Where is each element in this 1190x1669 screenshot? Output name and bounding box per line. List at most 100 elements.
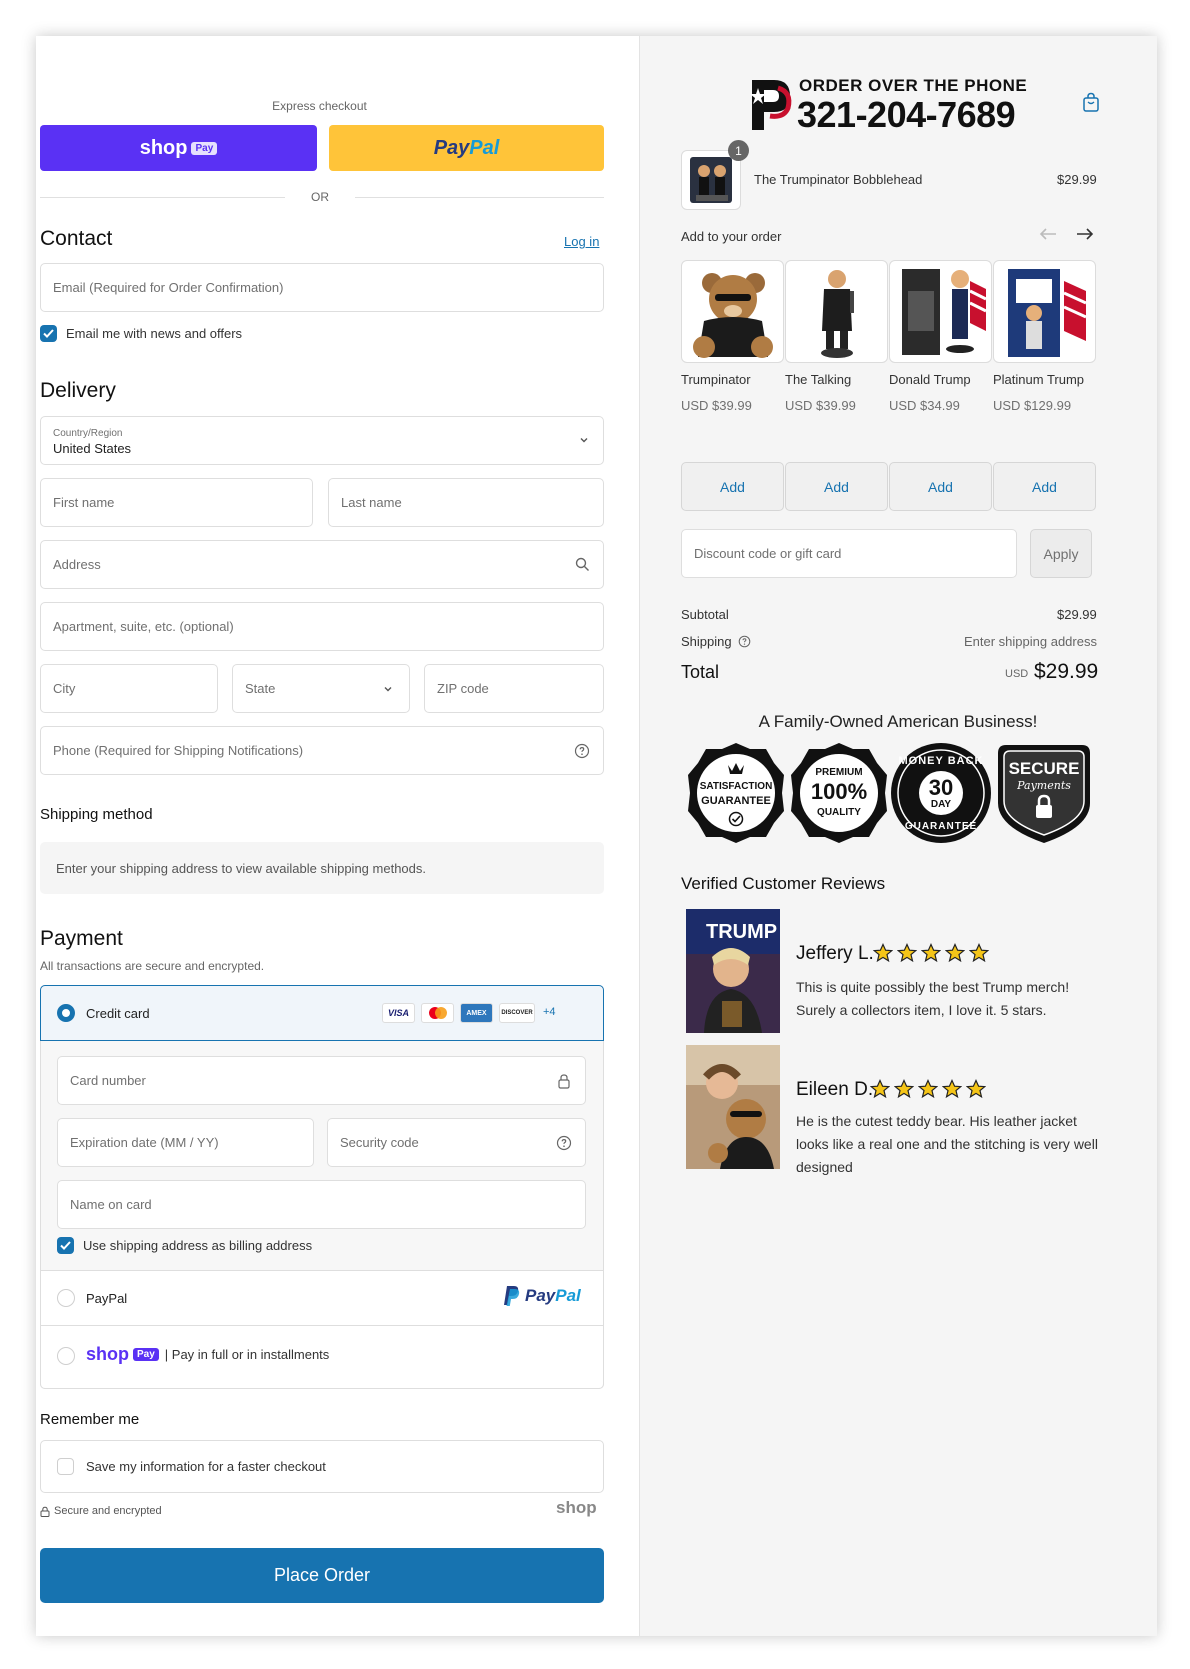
news-checkbox[interactable] xyxy=(40,325,57,342)
address-placeholder: Address xyxy=(53,557,101,572)
premium-quality-badge: PREMIUM 100% QUALITY xyxy=(787,741,891,845)
review-photo-1: TRUMP xyxy=(686,909,780,1033)
card-number-placeholder: Card number xyxy=(70,1073,146,1088)
shop-logo: shop xyxy=(556,1498,597,1517)
paypal-option-label: PayPal xyxy=(86,1291,128,1306)
bobblehead-image xyxy=(690,157,732,203)
paypal-option[interactable]: PayPal Pay Pal xyxy=(40,1270,604,1325)
chevron-down-icon xyxy=(579,433,589,448)
search-icon[interactable] xyxy=(573,556,591,574)
expiration-placeholder: Expiration date (MM / YY) xyxy=(70,1135,219,1150)
help-circle-icon[interactable] xyxy=(738,635,751,648)
shipping-method-heading: Shipping method xyxy=(40,806,153,823)
security-code-field[interactable]: Security code xyxy=(327,1118,586,1167)
phone-field[interactable]: Phone (Required for Shipping Notificatio… xyxy=(40,726,604,775)
check-shield-icon xyxy=(726,811,746,832)
apply-button[interactable]: Apply xyxy=(1030,529,1092,578)
paypal-radio[interactable] xyxy=(57,1289,75,1307)
save-info-checkbox[interactable] xyxy=(57,1458,74,1475)
name-on-card-field[interactable]: Name on card xyxy=(57,1180,586,1229)
help-circle-icon[interactable] xyxy=(555,1134,573,1152)
zip-field[interactable]: ZIP code xyxy=(424,664,604,713)
pay-chip: Pay xyxy=(133,1348,159,1361)
total-value: $29.99 xyxy=(1034,660,1099,683)
order-phone-number[interactable]: 321-204-7689 xyxy=(797,94,1016,136)
first-name-field[interactable]: First name xyxy=(40,478,313,527)
apartment-field[interactable]: Apartment, suite, etc. (optional) xyxy=(40,602,604,651)
billing-same-label: Use shipping address as billing address xyxy=(83,1238,313,1253)
product-thumb-donald-trump[interactable] xyxy=(889,260,992,363)
secure-note: Secure and encrypted xyxy=(40,1505,162,1517)
chevron-down-icon xyxy=(379,680,397,698)
arrow-left-icon[interactable] xyxy=(1038,226,1058,247)
credit-card-radio[interactable] xyxy=(57,1004,75,1022)
product-price-4: USD $129.99 xyxy=(993,398,1072,413)
shop-pay-radio[interactable] xyxy=(57,1347,75,1365)
paypal-logo-pal: Pal xyxy=(555,1286,581,1305)
review-1-name: Jeffery L. xyxy=(796,943,874,964)
first-name-placeholder: First name xyxy=(53,495,115,510)
shop-wordmark: shop xyxy=(139,136,188,159)
shop-pay-option-label: shop Pay | Pay in full or in installment… xyxy=(86,1344,329,1365)
shopping-bag-icon[interactable] xyxy=(1082,92,1100,117)
add-button-3[interactable]: Add xyxy=(889,462,992,511)
expiration-field[interactable]: Expiration date (MM / YY) xyxy=(57,1118,314,1167)
save-info-box[interactable]: Save my information for a faster checkou… xyxy=(40,1440,604,1493)
product-name-3: Donald Trump xyxy=(889,372,971,387)
badge3-top: MONEY BACK xyxy=(898,755,984,767)
login-link[interactable]: Log in xyxy=(564,234,599,249)
email-field[interactable]: Email (Required for Order Confirmation) xyxy=(40,263,604,312)
credit-card-option[interactable]: Credit card VISA AMEX DISCOVER +4 xyxy=(40,985,604,1041)
help-circle-icon[interactable] xyxy=(573,742,591,760)
badge4-top: SECURE xyxy=(1008,759,1080,778)
order-phone-title: ORDER OVER THE PHONE xyxy=(799,76,1028,95)
pay-chip: Pay xyxy=(191,141,218,155)
state-select[interactable]: State xyxy=(232,664,410,713)
arrow-right-icon[interactable] xyxy=(1075,226,1095,247)
news-label: Email me with news and offers xyxy=(66,326,243,341)
contact-heading: Contact xyxy=(40,227,113,250)
secure-payments-badge: SECURE Payments xyxy=(992,741,1096,845)
address-field[interactable]: Address xyxy=(40,540,604,589)
satisfaction-guarantee-badge: SATISFACTION GUARANTEE xyxy=(684,741,788,845)
money-back-badge: MONEY BACK 30 DAY GUARANTEE xyxy=(889,741,993,845)
name-on-card-placeholder: Name on card xyxy=(70,1197,152,1212)
billing-same-checkbox[interactable] xyxy=(57,1237,74,1254)
product-thumb-platinum-trump[interactable] xyxy=(993,260,1096,363)
lock-icon xyxy=(555,1072,573,1090)
mastercard-logo xyxy=(421,1003,454,1023)
badge3-bot: GUARANTEE xyxy=(904,821,978,832)
star-icon xyxy=(870,1079,890,1099)
shop-pay-button[interactable]: shop Pay xyxy=(40,125,317,171)
city-placeholder: City xyxy=(53,681,76,696)
paypal-p-icon xyxy=(504,1286,520,1306)
security-code-placeholder: Security code xyxy=(340,1135,419,1150)
visa-logo: VISA xyxy=(382,1003,415,1023)
star-icon xyxy=(894,1079,914,1099)
country-select[interactable]: Country/Region United States xyxy=(40,416,604,465)
card-number-field[interactable]: Card number xyxy=(57,1056,586,1105)
product-thumb-trumpinator[interactable] xyxy=(681,260,784,363)
city-field[interactable]: City xyxy=(40,664,218,713)
review-1-text: This is quite possibly the best Trump me… xyxy=(796,979,1070,1018)
add-button-1[interactable]: Add xyxy=(681,462,784,511)
product-thumb-talking[interactable] xyxy=(785,260,888,363)
more-cards-badge: +4 xyxy=(543,1006,556,1018)
shipping-row-label: Shipping xyxy=(681,634,751,649)
checkmark-icon xyxy=(43,329,54,338)
discover-logo: DISCOVER xyxy=(499,1003,535,1023)
credit-card-label: Credit card xyxy=(86,1006,150,1021)
country-label: Country/Region xyxy=(53,427,123,439)
payment-subtitle: All transactions are secure and encrypte… xyxy=(40,959,265,973)
add-button-4[interactable]: Add xyxy=(993,462,1096,511)
paypal-button[interactable]: Pay Pal xyxy=(329,125,604,171)
add-button-2[interactable]: Add xyxy=(785,462,888,511)
delivery-heading: Delivery xyxy=(40,379,116,402)
review-2-name: Eileen D. xyxy=(796,1079,874,1100)
discount-field[interactable]: Discount code or gift card xyxy=(681,529,1017,578)
shop-pay-option[interactable]: shop Pay | Pay in full or in installment… xyxy=(40,1325,604,1389)
star-icon xyxy=(969,943,989,963)
place-order-button[interactable]: Place Order xyxy=(40,1548,604,1603)
phone-logo-icon xyxy=(748,78,794,137)
last-name-field[interactable]: Last name xyxy=(328,478,604,527)
